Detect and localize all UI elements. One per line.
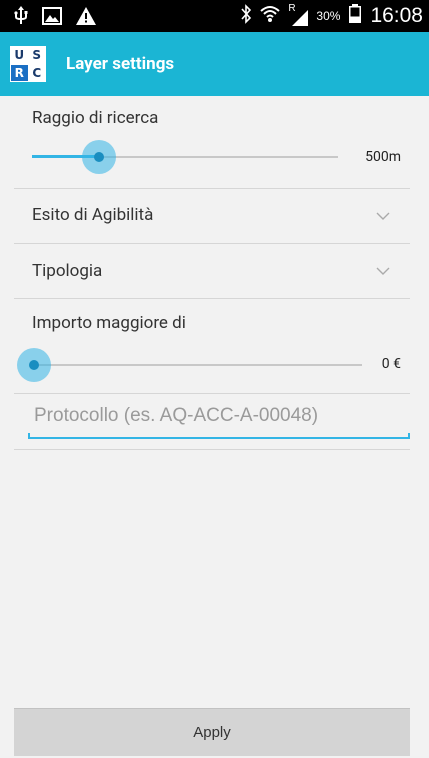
agibility-label: Esito di Agibilità [32,205,154,225]
battery-percent: 30% [316,9,341,23]
protocol-input[interactable] [28,397,410,435]
logo-letter-r: R [11,64,28,81]
page-title: Layer settings [66,54,175,74]
agibility-dropdown[interactable]: Esito di Agibilità [14,189,410,243]
app-logo[interactable]: U S R C [10,46,46,82]
wifi-icon [260,5,281,27]
app-bar: U S R C Layer settings [0,32,429,96]
divider [14,298,410,299]
logo-letter-u: U [11,47,28,64]
protocol-underline [28,433,410,439]
warning-icon [76,7,96,29]
amount-track[interactable] [34,364,362,366]
apply-button[interactable]: Apply [14,708,410,756]
image-icon [42,7,62,29]
search-radius-label: Raggio di ricerca [32,108,159,128]
usb-icon [14,6,28,30]
typology-label: Tipologia [32,261,103,281]
chevron-down-icon [376,212,390,220]
divider [14,449,410,450]
battery-icon [348,4,362,28]
logo-letter-s: S [28,47,45,64]
amount-label: Importo maggiore di [32,313,186,333]
protocol-field[interactable] [28,397,410,439]
typology-dropdown[interactable]: Tipologia [14,244,410,298]
amount-value: 0 € [381,356,401,372]
clock: 16:08 [370,4,423,27]
amount-thumb-dot [29,360,39,370]
logo-letter-c: C [28,64,45,81]
chevron-down-icon [376,267,390,275]
divider [14,393,410,394]
bluetooth-icon [240,4,252,28]
signal-icon: R [288,3,309,26]
search-radius-value: 500m [365,149,401,165]
status-bar: R 30% 16:08 [0,0,429,32]
